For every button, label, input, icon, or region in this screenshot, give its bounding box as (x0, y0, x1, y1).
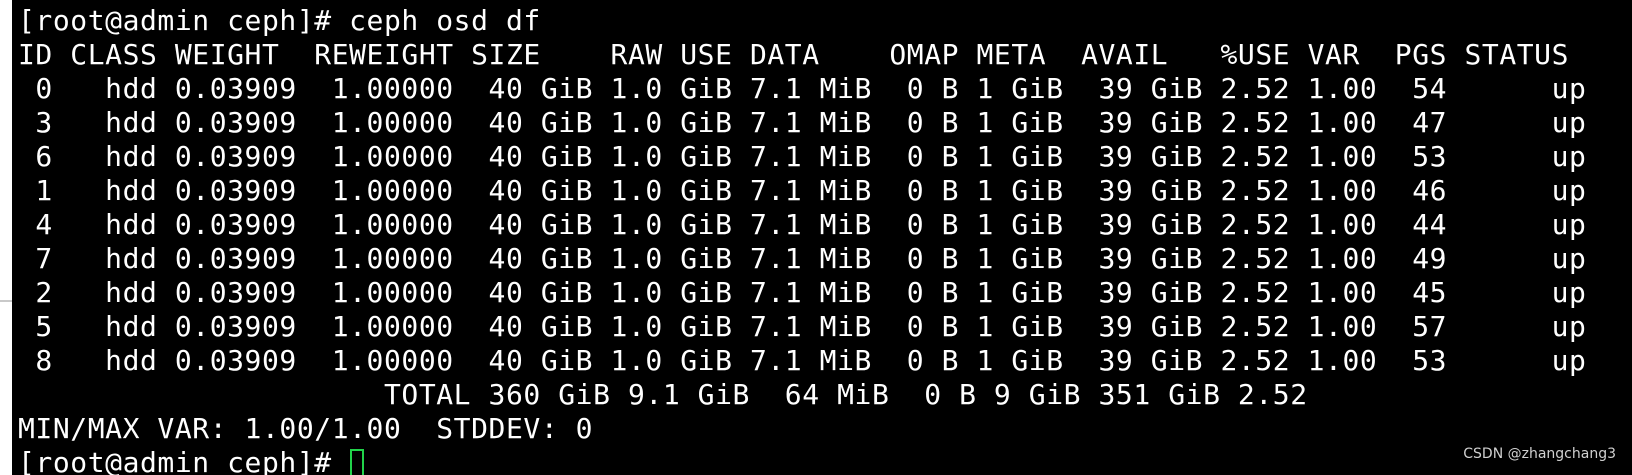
table-row: 1 hdd 0.03909 1.00000 40 GiB 1.0 GiB 7.1… (18, 174, 1587, 207)
shell-prompt: [root@admin ceph]# (18, 446, 350, 475)
table-header: ID CLASS WEIGHT REWEIGHT SIZE RAW USE DA… (18, 38, 1570, 71)
left-window-edge (0, 0, 12, 475)
table-row: 8 hdd 0.03909 1.00000 40 GiB 1.0 GiB 7.1… (18, 344, 1587, 377)
left-edge-marker (0, 300, 12, 302)
terminal-output: [root@admin ceph]# ceph osd df ID CLASS W… (18, 4, 1586, 475)
table-row: 6 hdd 0.03909 1.00000 40 GiB 1.0 GiB 7.1… (18, 140, 1587, 173)
table-row: 2 hdd 0.03909 1.00000 40 GiB 1.0 GiB 7.1… (18, 276, 1587, 309)
table-row: 3 hdd 0.03909 1.00000 40 GiB 1.0 GiB 7.1… (18, 106, 1587, 139)
command-prompt-line: [root@admin ceph]# ceph osd df (18, 4, 541, 37)
terminal-window[interactable]: [root@admin ceph]# ceph osd df ID CLASS W… (0, 0, 1632, 475)
watermark-text: CSDN @zhangchang3 (1463, 446, 1616, 462)
terminal-cursor[interactable] (350, 449, 365, 475)
table-row: 7 hdd 0.03909 1.00000 40 GiB 1.0 GiB 7.1… (18, 242, 1587, 275)
table-row: 5 hdd 0.03909 1.00000 40 GiB 1.0 GiB 7.1… (18, 310, 1587, 343)
prompt-line[interactable]: [root@admin ceph]# (18, 446, 1586, 475)
total-line: TOTAL 360 GiB 9.1 GiB 64 MiB 0 B 9 GiB 3… (18, 378, 1308, 411)
summary-line: MIN/MAX VAR: 1.00/1.00 STDDEV: 0 (18, 412, 594, 445)
table-row: 0 hdd 0.03909 1.00000 40 GiB 1.0 GiB 7.1… (18, 72, 1587, 105)
table-row: 4 hdd 0.03909 1.00000 40 GiB 1.0 GiB 7.1… (18, 208, 1587, 241)
